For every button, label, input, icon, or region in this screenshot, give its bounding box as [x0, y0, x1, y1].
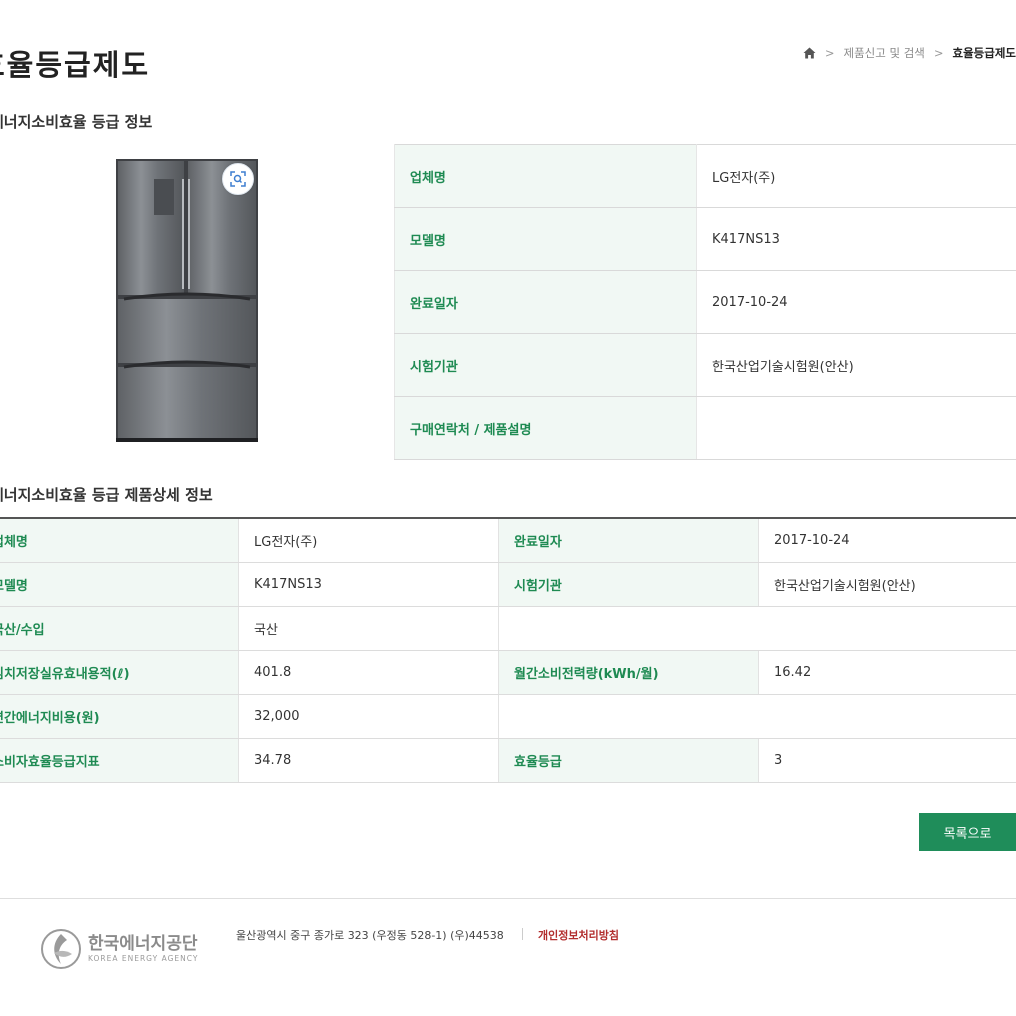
table-row: 모델명 K417NS13 — [394, 207, 1016, 271]
footer-separator — [522, 928, 523, 940]
detail-value: 한국산업기술시험원(안산) — [758, 562, 1016, 607]
detail-value: 32,000 — [238, 694, 499, 739]
detail-label: 월간소비전력량(kWh/월) — [498, 650, 759, 695]
detail-label: 연간에너지비용(원) — [0, 694, 239, 739]
breadcrumb-item-current: 효율등급제도 — [952, 46, 1016, 60]
table-row: 구매연락처 / 제품설명 — [394, 396, 1016, 460]
info-value: K417NS13 — [696, 207, 1016, 271]
empty-cell — [498, 694, 1016, 739]
table-row: 완료일자 2017-10-24 — [394, 270, 1016, 334]
breadcrumb-item-search[interactable]: 제품신고 및 검색 — [844, 45, 925, 61]
detail-label: 소비자효율등급지표 — [0, 738, 239, 783]
logo-english-text: KOREA ENERGY AGENCY — [88, 954, 199, 963]
home-icon[interactable] — [803, 47, 816, 59]
empty-cell — [498, 606, 1016, 651]
detail-label: 시험기관 — [498, 562, 759, 607]
detail-value: K417NS13 — [238, 562, 499, 607]
table-row: 소비자효율등급지표 34.78 효율등급 3 — [0, 738, 1016, 783]
info-label: 업체명 — [394, 144, 697, 208]
logo-emblem-icon — [41, 929, 81, 969]
breadcrumb-separator: > — [824, 46, 835, 60]
detail-value: 34.78 — [238, 738, 499, 783]
detail-label: 효율등급 — [498, 738, 759, 783]
detail-label: 완료일자 — [498, 518, 759, 563]
table-row: 업체명 LG전자(주) 완료일자 2017-10-24 — [0, 518, 1016, 563]
info-value: 2017-10-24 — [696, 270, 1016, 334]
table-row: 시험기관 한국산업기술시험원(안산) — [394, 333, 1016, 397]
table-row: 연간에너지비용(원) 32,000 — [0, 694, 1016, 739]
table-row: 김치저장실유효내용적(ℓ) 401.8 월간소비전력량(kWh/월) 16.42 — [0, 650, 1016, 695]
detail-value: 국산 — [238, 606, 499, 651]
detail-value: 16.42 — [758, 650, 1016, 695]
section-title-info: 에너지소비효율 등급 정보 — [0, 113, 153, 131]
info-value: 한국산업기술시험원(안산) — [696, 333, 1016, 397]
privacy-policy-link[interactable]: 개인정보처리방침 — [538, 927, 619, 943]
footer-address: 울산광역시 중구 종가로 323 (우정동 528-1) (우)44538 — [236, 929, 504, 942]
detail-label: 업체명 — [0, 518, 239, 563]
detail-label: 국산/수입 — [0, 606, 239, 651]
product-image — [116, 159, 258, 442]
page-title: 효율등급제도 — [0, 48, 151, 82]
breadcrumb-separator: > — [933, 46, 944, 60]
detail-value: 401.8 — [238, 650, 499, 695]
detail-table: 업체명 LG전자(주) 완료일자 2017-10-24 모델명 K417NS13… — [0, 517, 1016, 783]
detail-value: 2017-10-24 — [758, 518, 1016, 563]
list-button[interactable]: 목록으로 — [919, 813, 1016, 851]
detail-label: 모델명 — [0, 562, 239, 607]
zoom-icon[interactable] — [222, 163, 254, 195]
info-label: 모델명 — [394, 207, 697, 271]
table-row: 국산/수입 국산 — [0, 606, 1016, 651]
logo-korean-text: 한국에너지공단 — [88, 934, 198, 954]
info-table: 업체명 LG전자(주) 모델명 K417NS13 완료일자 2017-10-24… — [394, 144, 1016, 460]
info-label: 완료일자 — [394, 270, 697, 334]
detail-value: 3 — [758, 738, 1016, 783]
detail-label: 김치저장실유효내용적(ℓ) — [0, 650, 239, 695]
info-label: 구매연락처 / 제품설명 — [394, 396, 697, 460]
section-title-detail: 에너지소비효율 등급 제품상세 정보 — [0, 486, 213, 504]
info-value: LG전자(주) — [696, 144, 1016, 208]
table-row: 모델명 K417NS13 시험기관 한국산업기술시험원(안산) — [0, 562, 1016, 607]
breadcrumb: > 제품신고 및 검색 > 효율등급제도 — [803, 45, 1016, 61]
info-label: 시험기관 — [394, 333, 697, 397]
footer-divider-line — [0, 898, 1016, 899]
footer-logo[interactable]: 한국에너지공단 KOREA ENERGY AGENCY — [40, 928, 198, 970]
detail-value: LG전자(주) — [238, 518, 499, 563]
table-row: 업체명 LG전자(주) — [394, 144, 1016, 208]
info-value — [696, 396, 1016, 460]
